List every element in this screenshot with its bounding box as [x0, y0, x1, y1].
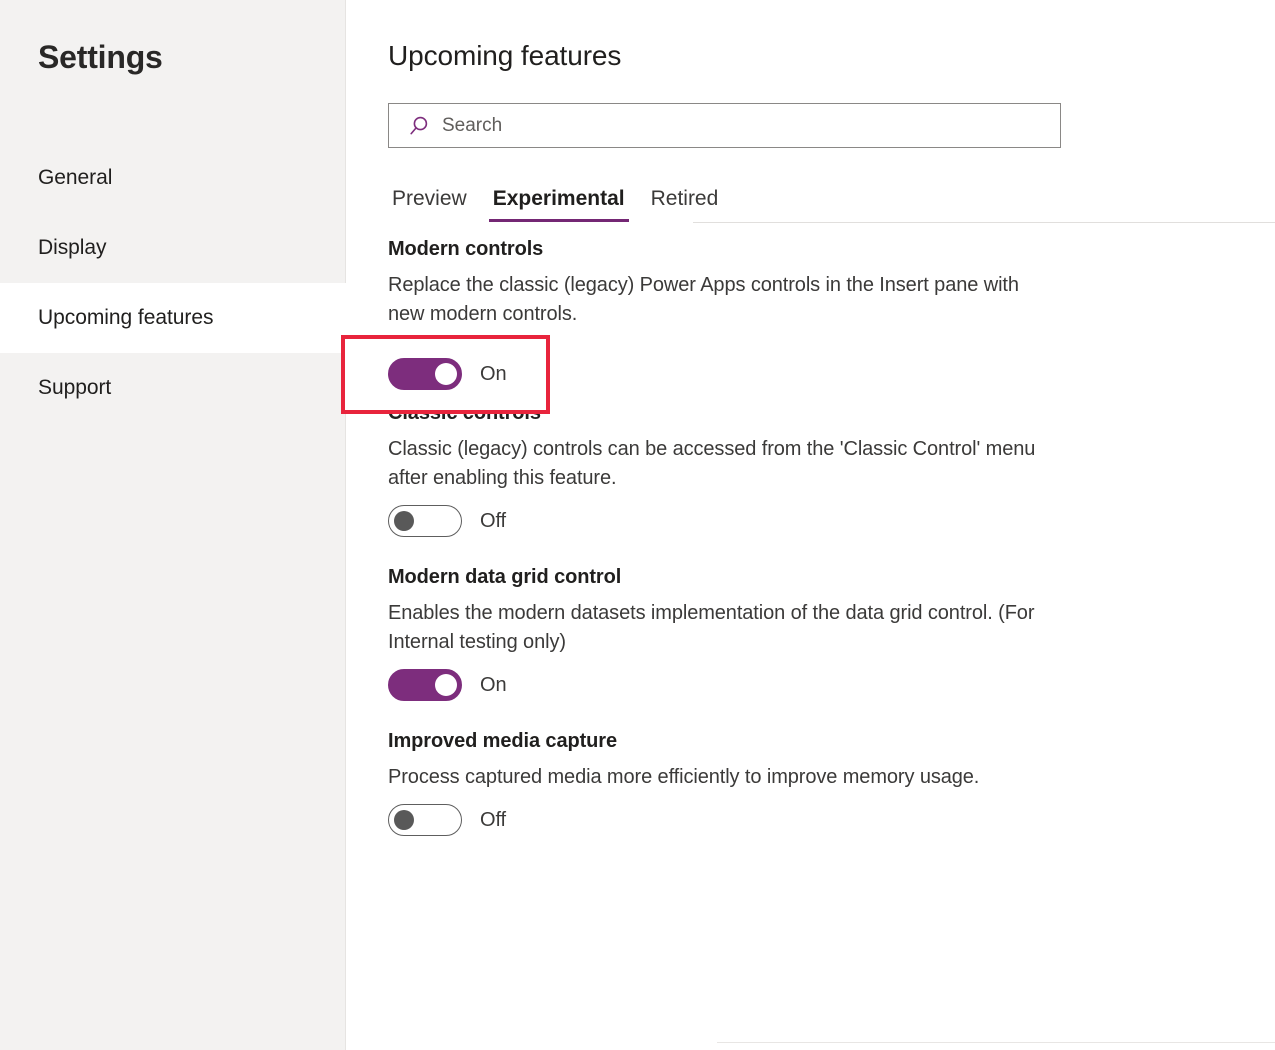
- search-icon: [408, 115, 430, 137]
- feature-toggle-row: On: [388, 669, 1078, 701]
- sidebar-item-support[interactable]: Support: [0, 353, 346, 423]
- toggle-state-label: On: [480, 672, 506, 699]
- sidebar-item-display[interactable]: Display: [0, 213, 346, 283]
- sidebar-nav: General Display Upcoming features Suppor…: [0, 143, 346, 423]
- sidebar-item-label: General: [38, 164, 112, 192]
- feature-toggle-row: Off: [388, 804, 1078, 836]
- toggle-thumb: [435, 674, 457, 696]
- search-box[interactable]: [388, 103, 1061, 148]
- feature-description: Process captured media more efficiently …: [388, 763, 1054, 792]
- page-title: Upcoming features: [388, 38, 621, 74]
- feature-modern-data-grid-control: Modern data grid control Enables the mod…: [388, 564, 1078, 701]
- tab-label: Preview: [392, 187, 467, 210]
- feature-description: Replace the classic (legacy) Power Apps …: [388, 271, 1054, 329]
- feature-title: Improved media capture: [388, 728, 1078, 755]
- feature-improved-media-capture: Improved media capture Process captured …: [388, 728, 1078, 836]
- tabs-divider: [693, 222, 1275, 223]
- toggle-thumb: [394, 511, 414, 531]
- sidebar-title: Settings: [38, 37, 163, 77]
- feature-classic-controls: Classic controls Classic (legacy) contro…: [388, 400, 1078, 537]
- modern-controls-toggle-overlay[interactable]: [388, 358, 462, 390]
- tab-label: Experimental: [493, 187, 625, 210]
- tab-preview[interactable]: Preview: [388, 186, 471, 222]
- toggle-state-label: Off: [480, 508, 506, 535]
- classic-controls-toggle[interactable]: [388, 505, 462, 537]
- toggle-state-label: On: [480, 361, 506, 388]
- sidebar-item-label: Upcoming features: [38, 304, 213, 332]
- feature-title: Modern controls: [388, 236, 1078, 263]
- sidebar-item-general[interactable]: General: [0, 143, 346, 213]
- feature-description: Classic (legacy) controls can be accesse…: [388, 435, 1054, 493]
- toggle-thumb: [394, 810, 414, 830]
- feature-tabs: Preview Experimental Retired: [388, 182, 740, 222]
- feature-list: Modern controls Replace the classic (leg…: [388, 236, 1078, 863]
- toggle-thumb: [435, 363, 457, 385]
- feature-title: Modern data grid control: [388, 564, 1078, 591]
- modern-data-grid-toggle[interactable]: [388, 669, 462, 701]
- bottom-divider: [717, 1042, 1275, 1043]
- tab-retired[interactable]: Retired: [647, 186, 723, 222]
- tab-experimental[interactable]: Experimental: [489, 186, 629, 222]
- settings-window: Settings General Display Upcoming featur…: [0, 0, 1275, 1050]
- annotated-modern-controls-toggle[interactable]: On: [388, 358, 506, 390]
- sidebar-item-upcoming-features[interactable]: Upcoming features: [0, 283, 346, 353]
- settings-content: Upcoming features Preview Experimental R…: [346, 0, 1275, 1050]
- tab-label: Retired: [651, 187, 719, 210]
- settings-sidebar: Settings General Display Upcoming featur…: [0, 0, 346, 1050]
- search-input[interactable]: [442, 104, 1060, 147]
- improved-media-capture-toggle[interactable]: [388, 804, 462, 836]
- sidebar-item-label: Display: [38, 234, 107, 262]
- feature-toggle-row: Off: [388, 505, 1078, 537]
- feature-title: Classic controls: [388, 400, 1078, 427]
- toggle-state-label: Off: [480, 807, 506, 834]
- feature-description: Enables the modern datasets implementati…: [388, 599, 1054, 657]
- sidebar-item-label: Support: [38, 374, 111, 402]
- feature-modern-controls: Modern controls Replace the classic (leg…: [388, 236, 1078, 373]
